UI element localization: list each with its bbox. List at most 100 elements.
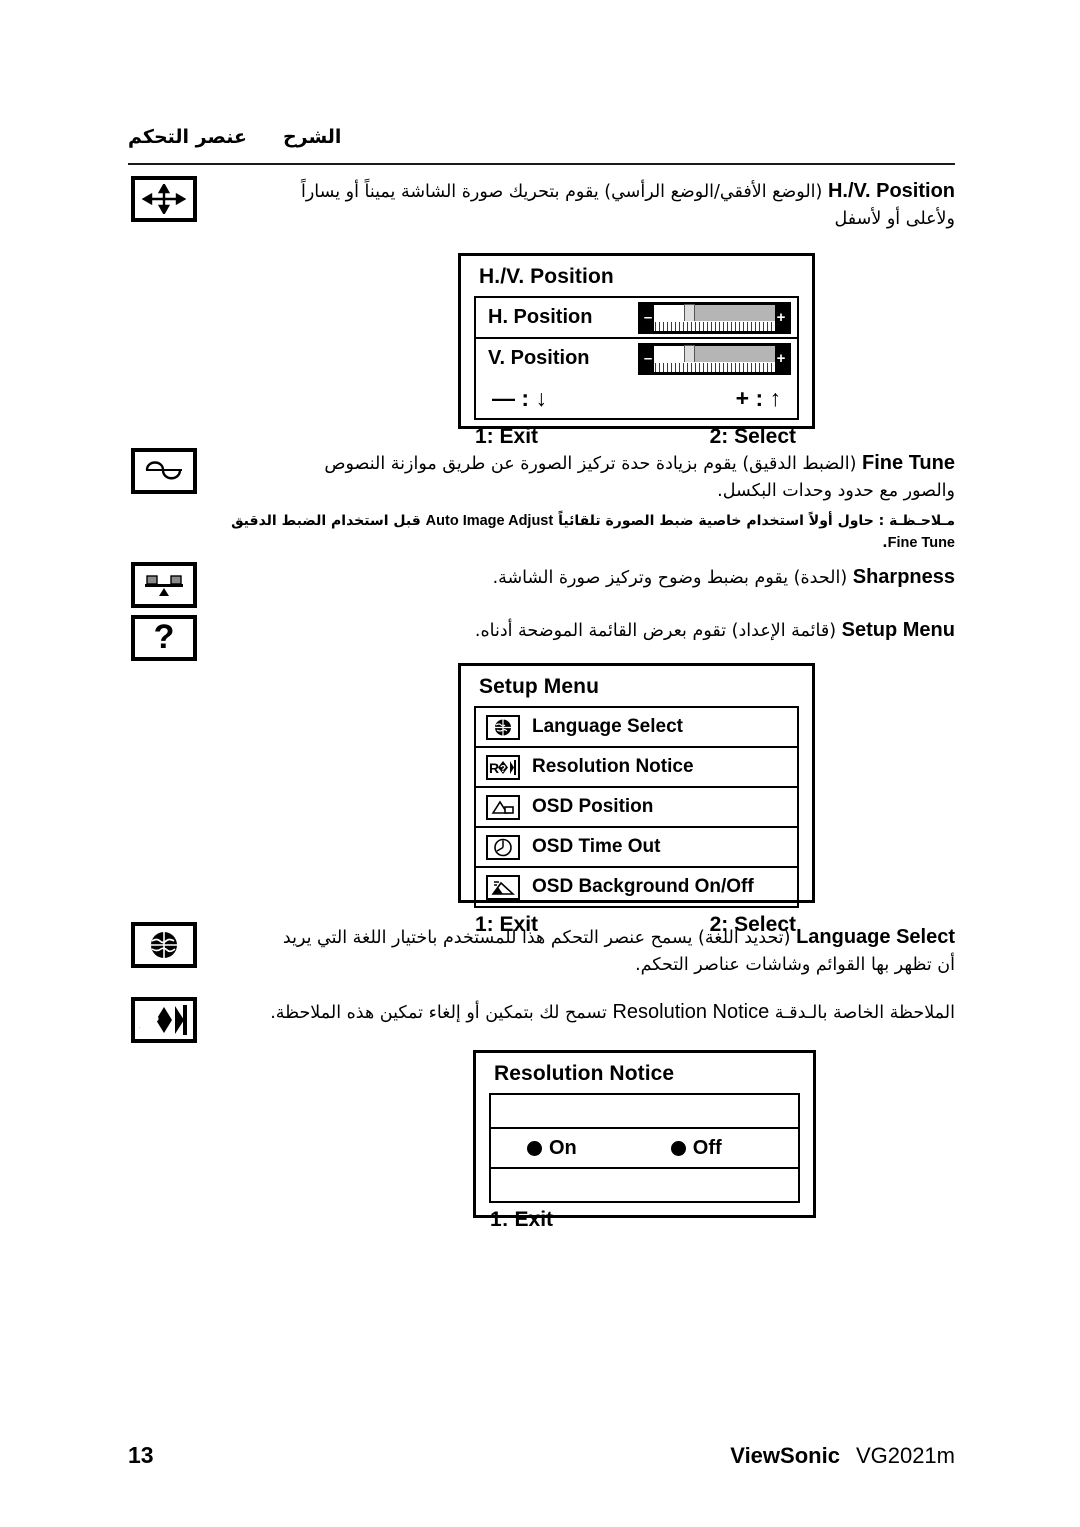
down-arrow-icon: ↓ — [535, 384, 547, 411]
osd-setup-menu: Setup Menu Language Select R ? Resolutio… — [458, 663, 815, 936]
sharpness-balance-icon — [131, 562, 197, 608]
osd-background-icon — [486, 874, 520, 900]
header-col-control: عنصر التحكم — [128, 126, 247, 148]
term-hv-position: H./V. Position — [827, 180, 955, 202]
resolution-notice-icon: R ? — [131, 997, 197, 1043]
row-hv-position-line2: ولأعلى أو لأسفل — [834, 209, 955, 230]
row-hv-position-line1: H./V. Position (الوضع الأفقي/الوضع الرأس… — [214, 176, 955, 206]
model-name: VG2021m — [855, 1443, 955, 1468]
menu-label: OSD Time Out — [532, 836, 661, 857]
osd-hv-hints: — : ↓ + : ↑ — [476, 378, 797, 418]
osd-rn-option-off[interactable]: Off — [670, 1136, 722, 1160]
osd-position-icon — [486, 794, 520, 820]
row-hv-position-description: H./V. Position (الوضع الأفقي/الوضع الرأس… — [214, 176, 955, 233]
slider-plus-sign: + — [776, 349, 786, 367]
row-setup-menu: Setup Menu (قائمة الإعداد) تقوم بعرض الق… — [128, 615, 955, 661]
row-sharpness: Sharpness (الحدة) يقوم بضبط وضوح وتركيز … — [128, 562, 955, 608]
slider-minus-sign: – — [643, 308, 653, 326]
up-arrow-icon: ↑ — [769, 384, 782, 411]
osd-hv-row-h: H. Position – + — [476, 298, 797, 337]
row-fine-tune: Fine Tune (الضبط الدقيق) يقوم بزيادة حدة… — [128, 448, 955, 554]
osd-hv-label-h: H. Position — [488, 306, 593, 328]
osd-setup-body: Language Select R ? Resolution Notice OS… — [474, 706, 799, 908]
globe-icon — [486, 714, 520, 740]
menu-item-osd-time-out[interactable]: OSD Time Out — [476, 828, 797, 868]
svg-text:R: R — [489, 760, 499, 776]
slider-h-ticks — [654, 320, 775, 331]
menu-label: Resolution Notice — [532, 756, 694, 777]
sine-wave-icon — [131, 448, 197, 494]
header-col-explanation: الشرح — [282, 126, 342, 148]
slider-v-position[interactable]: – + — [638, 342, 791, 375]
osd-rn-band-bottom — [491, 1169, 798, 1201]
menu-item-language-select[interactable]: Language Select — [476, 708, 797, 748]
osd-rn-body: On Off — [489, 1093, 800, 1203]
header-divider — [128, 163, 955, 165]
term-auto-image-adjust: Auto Image Adjust — [425, 512, 554, 529]
icon-cell-fine-tune — [128, 448, 200, 494]
osd-setup-title: Setup Menu — [479, 675, 599, 698]
menu-label: OSD Position — [532, 796, 654, 817]
menu-item-osd-background[interactable]: OSD Background On/Off — [476, 868, 797, 906]
svg-text:R: R — [139, 1007, 140, 1033]
osd-hv-title: H./V. Position — [479, 265, 614, 288]
menu-label: OSD Background On/Off — [532, 876, 754, 897]
four-way-arrow-icon — [131, 176, 197, 222]
globe-icon — [131, 922, 197, 968]
icon-cell-hv-position — [128, 176, 200, 222]
slider-v-track[interactable] — [654, 344, 775, 372]
icon-cell-setup-menu: ? — [128, 615, 200, 661]
row-language-select-line2: أن تظهر بها القوائم وشاشات عناصر التحكم. — [635, 955, 955, 976]
osd-rn-exit[interactable]: 1: Exit — [490, 1208, 553, 1232]
plus-hint: + : ↑ — [735, 384, 782, 411]
icon-cell-resolution-notice: R ? — [128, 997, 200, 1043]
question-mark-glyph: ? — [153, 618, 175, 656]
osd-rn-on-label: On — [549, 1136, 577, 1159]
term-fine-tune: Fine Tune — [862, 452, 955, 474]
note-middle: قبل استخدام الضبط الدقيق — [231, 512, 421, 529]
row-language-select-line1: Language Select (تحديد اللغة) يسمح عنصر … — [214, 922, 955, 952]
resolution-notice-icon: R ? — [486, 754, 520, 780]
menu-item-resolution-notice[interactable]: R ? Resolution Notice — [476, 748, 797, 788]
osd-rn-band-top — [491, 1095, 798, 1129]
osd-hv-exit[interactable]: 1: Exit — [475, 425, 538, 449]
row-fine-tune-line1: Fine Tune (الضبط الدقيق) يقوم بزيادة حدة… — [214, 448, 955, 478]
row-setup-menu-line1: Setup Menu (قائمة الإعداد) تقوم بعرض الق… — [214, 615, 955, 645]
slider-v-ticks — [654, 361, 775, 372]
question-mark-icon: ? — [131, 615, 197, 661]
osd-rn-option-on[interactable]: On — [527, 1137, 577, 1160]
row-setup-menu-text1: (قائمة الإعداد) تقوم بعرض القائمة الموضح… — [474, 621, 837, 641]
osd-rn-footer: 1: Exit — [476, 1203, 813, 1239]
row-fine-tune-note: مـلاحـظـة : حاول أولاً استخدام خاصية ضبط… — [214, 511, 955, 555]
row-fine-tune-line2: والصور مع حدود وحدات البكسل. — [717, 481, 955, 502]
osd-rn-off-label: Off — [692, 1136, 722, 1159]
term-sharpness: Sharpness — [852, 566, 955, 588]
slider-h-position[interactable]: – + — [638, 301, 791, 334]
slider-plus-sign: + — [776, 308, 786, 326]
row-hv-position: H./V. Position (الوضع الأفقي/الوضع الرأس… — [128, 176, 955, 233]
radio-dot-icon — [670, 1140, 686, 1156]
term-resolution-notice: Resolution Notice — [612, 1001, 770, 1023]
row-language-select-text1: (تحديد اللغة) يسمح عنصر التحكم هذا للمست… — [282, 928, 791, 948]
row-hv-position-text1: (الوضع الأفقي/الوضع الرأسي) يقوم بتحريك … — [300, 182, 823, 202]
row-resolution-notice-description: الملاحظة الخاصة بالـدقـة Resolution Noti… — [214, 997, 955, 1027]
term-setup-menu: Setup Menu — [841, 619, 955, 641]
radio-dot-icon — [527, 1140, 542, 1156]
menu-item-osd-position[interactable]: OSD Position — [476, 788, 797, 828]
row-sharpness-text1: (الحدة) يقوم بضبط وضوح وتركيز صورة الشاش… — [492, 568, 848, 588]
slider-h-track[interactable] — [654, 303, 775, 331]
icon-cell-sharpness — [128, 562, 200, 608]
svg-text:?: ? — [149, 1012, 159, 1031]
osd-hv-label-v: V. Position — [488, 347, 590, 369]
page-number: 13 — [128, 1442, 154, 1468]
osd-hv-position: H./V. Position H. Position – + V. Positi… — [458, 253, 815, 448]
osd-hv-row-v: V. Position – + — [476, 337, 797, 378]
brand-block: ViewSonic VG2021m — [730, 1443, 955, 1469]
term-fine-tune-note: Fine Tune — [887, 534, 955, 551]
osd-hv-select[interactable]: 2: Select — [710, 425, 796, 449]
slider-minus-sign: – — [643, 349, 653, 367]
svg-text:?: ? — [500, 764, 506, 775]
row-resolution-notice-line1: الملاحظة الخاصة بالـدقـة Resolution Noti… — [214, 997, 955, 1027]
icon-cell-language-select — [128, 922, 200, 968]
osd-rn-options: On Off — [491, 1129, 798, 1169]
